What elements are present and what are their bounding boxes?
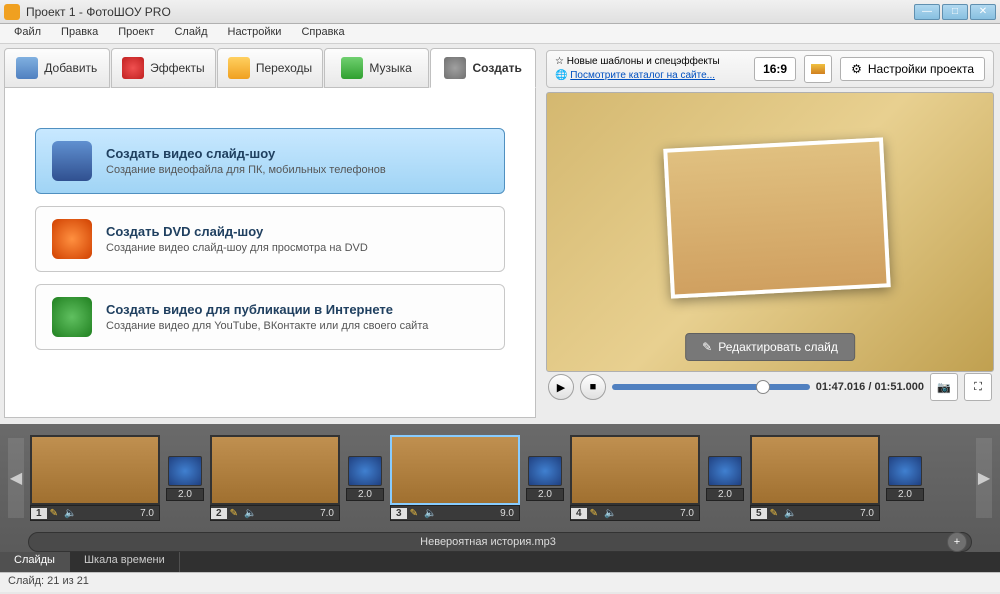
statusbar: Слайд: 21 из 21 <box>0 572 1000 592</box>
tab-create[interactable]: Создать <box>430 48 536 88</box>
background-button[interactable] <box>804 55 832 83</box>
transition-item[interactable]: 2.0 <box>886 456 924 501</box>
menu-edit[interactable]: Правка <box>51 24 108 43</box>
timeline-slide[interactable]: 2✎🔈7.0 <box>210 435 340 521</box>
option-desc: Создание видео слайд-шоу для просмотра н… <box>106 242 368 254</box>
snapshot-button[interactable]: 📷 <box>930 373 958 401</box>
transition-item[interactable]: 2.0 <box>526 456 564 501</box>
audio-filename: Невероятная история.mp3 <box>29 536 947 548</box>
menubar: Файл Правка Проект Слайд Настройки Справ… <box>0 24 1000 44</box>
app-icon <box>4 4 20 20</box>
camera-icon: 📷 <box>937 381 951 394</box>
tab-music[interactable]: Музыка <box>324 48 430 88</box>
close-button[interactable]: ✕ <box>970 4 996 20</box>
fullscreen-button[interactable]: ⛶ <box>964 373 992 401</box>
titlebar: Проект 1 - ФотоШОУ PRO — □ ✕ <box>0 0 1000 24</box>
slide-thumb[interactable] <box>570 435 700 505</box>
pencil-icon: ✎ <box>587 508 601 519</box>
timeline-slide[interactable]: 3✎🔈9.0 <box>390 435 520 521</box>
stop-button[interactable]: ■ <box>580 374 606 400</box>
tab-transitions[interactable]: Переходы <box>217 48 323 88</box>
edit-slide-button[interactable]: ✎Редактировать слайд <box>685 333 855 361</box>
pencil-icon: ✎ <box>47 508 61 519</box>
add-audio-button[interactable]: + <box>947 532 967 552</box>
main-tabs: Добавить Эффекты Переходы Музыка Создать <box>4 48 536 88</box>
aspect-ratio-button[interactable]: 16:9 <box>754 57 796 81</box>
video-icon <box>52 141 92 181</box>
time-display: 01:47.016 / 01:51.000 <box>816 381 924 393</box>
globe-icon <box>52 297 92 337</box>
fullscreen-icon: ⛶ <box>974 381 982 394</box>
transition-thumb[interactable] <box>528 456 562 486</box>
option-title: Создать видео для публикации в Интернете <box>106 302 428 317</box>
pencil-icon: ✎ <box>407 508 421 519</box>
speaker-icon: 🔈 <box>421 508 439 519</box>
slide-thumb[interactable] <box>210 435 340 505</box>
transition-item[interactable]: 2.0 <box>166 456 204 501</box>
transition-thumb[interactable] <box>888 456 922 486</box>
maximize-button[interactable]: □ <box>942 4 968 20</box>
timeline-slide[interactable]: 5✎🔈7.0 <box>750 435 880 521</box>
option-create-dvd[interactable]: Создать DVD слайд-шоу Создание видео сла… <box>35 206 505 272</box>
tab-effects[interactable]: Эффекты <box>111 48 217 88</box>
info-bar: ☆ Новые шаблоны и спецэффекты 🌐 Посмотри… <box>546 50 994 88</box>
option-create-web[interactable]: Создать видео для публикации в Интернете… <box>35 284 505 350</box>
option-create-video[interactable]: Создать видео слайд-шоу Создание видеофа… <box>35 128 505 194</box>
pencil-icon: ✎ <box>227 508 241 519</box>
palette-icon <box>122 57 144 79</box>
timeline-slide[interactable]: 4✎🔈7.0 <box>570 435 700 521</box>
preview-area: ✎Редактировать слайд <box>546 92 994 372</box>
transition-thumb[interactable] <box>708 456 742 486</box>
tab-add[interactable]: Добавить <box>4 48 110 88</box>
reel-icon <box>444 57 466 79</box>
option-desc: Создание видеофайла для ПК, мобильных те… <box>106 164 386 176</box>
speaker-icon: 🔈 <box>601 508 619 519</box>
timeline-prev[interactable]: ◀ <box>8 438 24 518</box>
option-title: Создать видео слайд-шоу <box>106 146 386 161</box>
tab-content-create: Создать видео слайд-шоу Создание видеофа… <box>4 88 536 418</box>
audio-track[interactable]: Невероятная история.mp3 + <box>28 532 972 552</box>
pencil-icon: ✎ <box>767 508 781 519</box>
option-desc: Создание видео для YouTube, ВКонтакте ил… <box>106 320 428 332</box>
pencil-icon: ✎ <box>702 340 712 354</box>
timeline-next[interactable]: ▶ <box>976 438 992 518</box>
play-button[interactable]: ▶ <box>548 374 574 400</box>
timeline: ◀ 1✎🔈7.0 2.0 2✎🔈7.0 2.0 3✎🔈9.0 2.0 4✎🔈7.… <box>0 424 1000 572</box>
option-title: Создать DVD слайд-шоу <box>106 224 368 239</box>
preview-photo <box>663 137 891 298</box>
window-title: Проект 1 - ФотоШОУ PRO <box>26 5 914 19</box>
menu-project[interactable]: Проект <box>108 24 164 43</box>
gear-icon: ⚙ <box>851 62 862 76</box>
menu-slide[interactable]: Слайд <box>164 24 217 43</box>
info-line1: ☆ Новые шаблоны и спецэффекты <box>555 55 746 69</box>
camera-icon <box>16 57 38 79</box>
project-settings-button[interactable]: ⚙Настройки проекта <box>840 57 985 81</box>
music-icon <box>341 57 363 79</box>
speaker-icon: 🔈 <box>781 508 799 519</box>
minimize-button[interactable]: — <box>914 4 940 20</box>
player-controls: ▶ ■ 01:47.016 / 01:51.000 📷 ⛶ <box>546 372 994 402</box>
menu-settings[interactable]: Настройки <box>218 24 292 43</box>
speaker-icon: 🔈 <box>61 508 79 519</box>
picture-icon <box>811 64 825 74</box>
seek-bar[interactable] <box>612 384 810 390</box>
menu-help[interactable]: Справка <box>291 24 354 43</box>
dvd-icon <box>52 219 92 259</box>
timeline-slide[interactable]: 1✎🔈7.0 <box>30 435 160 521</box>
info-line2[interactable]: 🌐 Посмотрите каталог на сайте... <box>555 69 746 83</box>
menu-file[interactable]: Файл <box>4 24 51 43</box>
star-icon <box>228 57 250 79</box>
slide-thumb[interactable] <box>390 435 520 505</box>
view-tabs: Слайды Шкала времени <box>0 552 1000 572</box>
seek-thumb[interactable] <box>756 380 770 394</box>
view-tab-slides[interactable]: Слайды <box>0 552 70 572</box>
transition-thumb[interactable] <box>348 456 382 486</box>
speaker-icon: 🔈 <box>241 508 259 519</box>
transition-thumb[interactable] <box>168 456 202 486</box>
transition-item[interactable]: 2.0 <box>346 456 384 501</box>
slide-thumb[interactable] <box>30 435 160 505</box>
view-tab-timeline[interactable]: Шкала времени <box>70 552 180 572</box>
slide-thumb[interactable] <box>750 435 880 505</box>
transition-item[interactable]: 2.0 <box>706 456 744 501</box>
